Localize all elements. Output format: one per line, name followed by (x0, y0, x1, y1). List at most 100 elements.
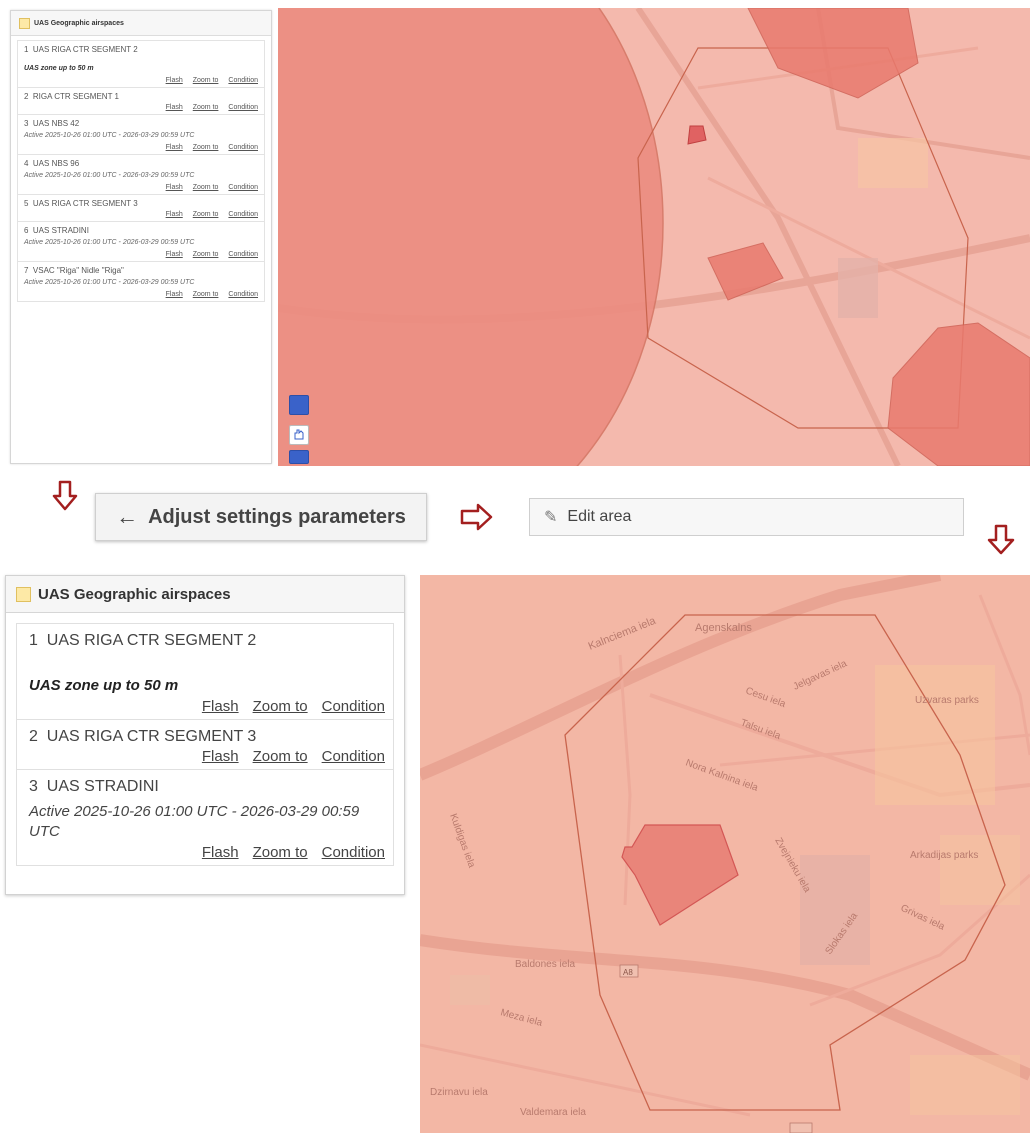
edit-area-input[interactable]: ✎ Edit area (529, 498, 964, 536)
airspace-list-item[interactable]: 1 UAS RIGA CTR SEGMENT 2 UAS zone up to 5… (17, 40, 265, 88)
item-name: UAS NBS 42 (32, 119, 80, 128)
airspace-name: 7 VSAC "Riga" Nidle "Riga" (24, 266, 258, 275)
condition-link[interactable]: Condition (228, 291, 258, 298)
flash-link[interactable]: Flash (166, 77, 183, 84)
zoom-to-link[interactable]: Zoom to (193, 211, 219, 218)
zoom-to-link[interactable]: Zoom to (193, 184, 219, 191)
route-label: A8 (623, 968, 633, 977)
zoom-to-link[interactable]: Zoom to (253, 844, 308, 861)
panel-title: UAS Geographic airspaces (34, 19, 124, 27)
condition-link[interactable]: Condition (228, 211, 258, 218)
item-name: UAS RIGA CTR SEGMENT 3 (32, 199, 138, 208)
item-number: 1 (24, 45, 29, 54)
map-canvas-bottom: Kalnciema iela Agenskalns Cesu iela Jelg… (420, 575, 1030, 1133)
zoom-to-link[interactable]: Zoom to (193, 291, 219, 298)
condition-link[interactable]: Condition (228, 77, 258, 84)
item-links: Flash Zoom to Condition (29, 748, 385, 765)
item-name: RIGA CTR SEGMENT 1 (32, 92, 119, 101)
flash-link[interactable]: Flash (202, 698, 239, 715)
airspace-name: 2 UAS RIGA CTR SEGMENT 3 (29, 728, 385, 746)
condition-link[interactable]: Condition (228, 144, 258, 151)
item-name: UAS NBS 96 (32, 159, 80, 168)
panel-header: UAS Geographic airspaces (11, 11, 271, 36)
flash-link[interactable]: Flash (202, 844, 239, 861)
arrow-down-icon (987, 524, 1015, 556)
item-number: 5 (24, 199, 29, 208)
condition-link[interactable]: Condition (322, 698, 385, 715)
street-label: Dzirnavu iela (430, 1087, 488, 1098)
airspace-name: 3 UAS STRADINI (29, 778, 385, 796)
airspace-name: 4 UAS NBS 96 (24, 159, 258, 168)
condition-link[interactable]: Condition (322, 748, 385, 765)
airspace-list-item[interactable]: 1 UAS RIGA CTR SEGMENT 2 UAS zone up to 5… (16, 623, 394, 720)
condition-link[interactable]: Condition (322, 844, 385, 861)
airspace-note: UAS zone up to 50 m (24, 65, 94, 72)
airspace-name: 3 UAS NBS 42 (24, 119, 258, 128)
zoom-to-link[interactable]: Zoom to (193, 251, 219, 258)
item-links: Flash Zoom to Condition (24, 184, 258, 191)
flash-link[interactable]: Flash (166, 184, 183, 191)
item-links: Flash Zoom to Condition (24, 104, 258, 111)
flash-link[interactable]: Flash (166, 251, 183, 258)
park-label: Arkadijas parks (910, 850, 978, 861)
item-number: 4 (24, 159, 29, 168)
item-links: Flash Zoom to Condition (24, 144, 258, 151)
airspace-note: UAS zone up to 50 m (29, 677, 179, 694)
district-label: Agenskalns (695, 622, 752, 634)
item-links: Flash Zoom to Condition (24, 211, 258, 218)
item-name: UAS RIGA CTR SEGMENT 2 (32, 45, 138, 54)
map-view-bottom[interactable]: Kalnciema iela Agenskalns Cesu iela Jelg… (420, 575, 1030, 1133)
panel-title: UAS Geographic airspaces (38, 585, 231, 603)
airspace-list-item[interactable]: 7 VSAC "Riga" Nidle "Riga" Active 2025-10… (17, 262, 265, 302)
zoom-to-link[interactable]: Zoom to (193, 104, 219, 111)
layer-color-icon (16, 586, 31, 602)
item-name: UAS STRADINI (32, 226, 89, 235)
flash-link[interactable]: Flash (202, 748, 239, 765)
item-links: Flash Zoom to Condition (29, 698, 385, 715)
layer-color-icon (19, 17, 30, 29)
item-number: 2 (29, 728, 38, 745)
park-label: Uzvaras parks (915, 695, 979, 706)
item-number: 3 (29, 778, 38, 795)
airspace-list-item[interactable]: 4 UAS NBS 96 Active 2025-10-26 01:00 UTC … (17, 155, 265, 195)
airspace-name: 1 UAS RIGA CTR SEGMENT 2 (29, 632, 385, 650)
condition-link[interactable]: Condition (228, 104, 258, 111)
adjust-settings-label: Adjust settings parameters (148, 505, 406, 528)
flash-link[interactable]: Flash (166, 104, 183, 111)
item-name: UAS RIGA CTR SEGMENT 2 (46, 632, 257, 649)
airspaces-panel-small: UAS Geographic airspaces 1 UAS RIGA CTR … (10, 10, 272, 464)
airspace-name: 1 UAS RIGA CTR SEGMENT 2 (24, 45, 258, 54)
airspace-list-item[interactable]: 3 UAS NBS 42 Active 2025-10-26 01:00 UTC … (17, 115, 265, 155)
airspace-list-item[interactable]: 2 RIGA CTR SEGMENT 1 Flash Zoom to Conditio… (17, 88, 265, 115)
condition-link[interactable]: Condition (228, 184, 258, 191)
street-label: Valdemara iela (520, 1107, 586, 1118)
flash-link[interactable]: Flash (166, 291, 183, 298)
airspace-list-item[interactable]: 2 UAS RIGA CTR SEGMENT 3 Flash Zoom to Cond… (16, 720, 394, 770)
item-name: VSAC "Riga" Nidle "Riga" (32, 266, 124, 275)
panel-header: UAS Geographic airspaces (6, 576, 404, 613)
map-view-top[interactable] (278, 8, 1030, 466)
airspace-list-item[interactable]: 6 UAS STRADINI Active 2025-10-26 01:00 UT… (17, 222, 265, 262)
lock-icon[interactable] (289, 450, 309, 464)
zoom-to-link[interactable]: Zoom to (193, 77, 219, 84)
zoom-to-link[interactable]: Zoom to (193, 144, 219, 151)
airspace-period: Active 2025-10-26 01:00 UTC - 2026-03-29… (29, 803, 360, 840)
zoom-to-link[interactable]: Zoom to (253, 698, 308, 715)
hand-pan-icon[interactable] (289, 425, 309, 445)
item-number: 2 (24, 92, 29, 101)
airspace-list-item[interactable]: 5 UAS RIGA CTR SEGMENT 3 Flash Zoom to Cond… (17, 195, 265, 222)
flash-link[interactable]: Flash (166, 211, 183, 218)
airspace-name: 2 RIGA CTR SEGMENT 1 (24, 92, 258, 101)
item-name: UAS STRADINI (46, 778, 159, 795)
condition-link[interactable]: Condition (228, 251, 258, 258)
airspace-list-item[interactable]: 3 UAS STRADINI Active 2025-10-26 01:00 UT… (16, 770, 394, 866)
airspace-period: Active 2025-10-26 01:00 UTC - 2026-03-29… (24, 172, 195, 179)
flash-link[interactable]: Flash (166, 144, 183, 151)
item-name: UAS RIGA CTR SEGMENT 3 (46, 728, 257, 745)
compass-icon[interactable] (289, 395, 309, 415)
item-number: 7 (24, 266, 29, 275)
adjust-settings-button[interactable]: ← Adjust settings parameters (95, 493, 427, 541)
arrow-left-icon: ← (116, 504, 139, 529)
zoom-to-link[interactable]: Zoom to (253, 748, 308, 765)
airspace-period: Active 2025-10-26 01:00 UTC - 2026-03-29… (24, 279, 195, 286)
